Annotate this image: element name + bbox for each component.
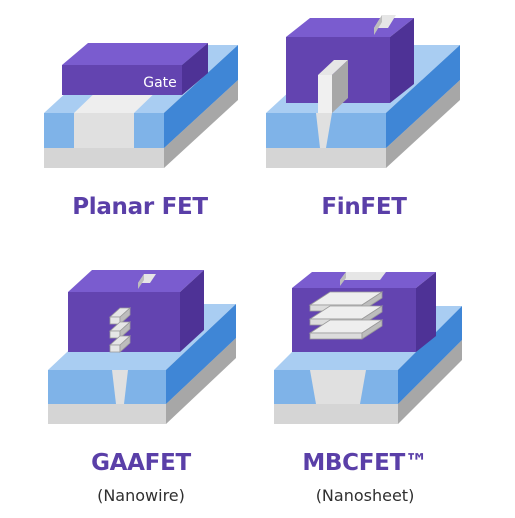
gaafet-subtitle: (Nanowire)	[97, 486, 185, 505]
finfet-structure-icon	[266, 15, 460, 168]
gaafet-nanowire-structure-icon	[48, 270, 236, 424]
mbcfet-subtitle: (Nanosheet)	[315, 486, 415, 505]
gate-label: Gate	[143, 75, 177, 91]
mbcfet-title: MBCFET™	[302, 450, 428, 476]
planar-fet-structure-icon: Gate	[44, 43, 238, 168]
gaafet-title: GAAFET	[91, 450, 191, 476]
mbcfet-nanosheet-structure-icon	[274, 272, 462, 424]
transistor-diagrams: Gate	[44, 15, 462, 424]
finfet-title: FinFET	[321, 194, 407, 220]
planar-fet-title: Planar FET	[72, 194, 208, 220]
